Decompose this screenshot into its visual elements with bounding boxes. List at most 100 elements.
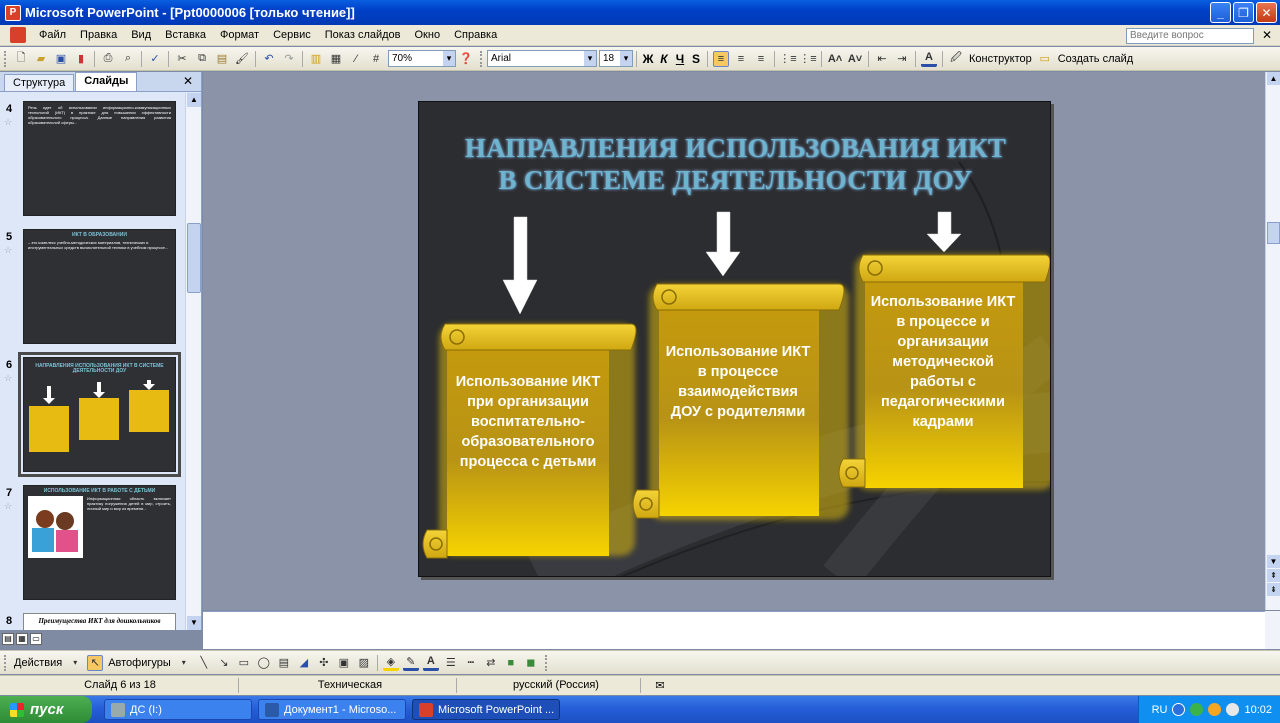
actions-menu[interactable]: Действия xyxy=(14,657,62,669)
slide-title[interactable]: НАПРАВЛЕНИЯ ИСПОЛЬЗОВАНИЯ ИКТ В СИСТЕМЕ … xyxy=(419,132,1050,196)
insert-table-icon[interactable]: ▦ xyxy=(328,51,344,67)
menu-view[interactable]: Вид xyxy=(124,29,158,41)
toolbar-grip[interactable] xyxy=(4,654,8,671)
copy-icon[interactable]: ⧉ xyxy=(194,51,210,67)
paste-icon[interactable]: ▤ xyxy=(214,51,230,67)
rectangle-icon[interactable]: ▭ xyxy=(236,655,252,671)
permission-icon[interactable]: ▮ xyxy=(73,51,89,67)
align-right-icon[interactable]: ≡ xyxy=(753,51,769,67)
task-powerpoint[interactable]: Microsoft PowerPoint ... xyxy=(412,699,560,720)
font-combo[interactable]: Arial xyxy=(487,50,597,67)
next-slide-icon[interactable]: ⇟ xyxy=(1267,583,1280,596)
bold-button[interactable]: Ж xyxy=(640,52,656,66)
menu-edit[interactable]: Правка xyxy=(73,29,124,41)
slide-sorter-icon[interactable]: ▦ xyxy=(16,633,28,645)
designer-icon[interactable]: 🖉 xyxy=(948,51,964,67)
redo-icon[interactable]: ↷ xyxy=(281,51,297,67)
diagram-icon[interactable]: ✣ xyxy=(316,655,332,671)
bluetooth-icon[interactable] xyxy=(1172,703,1186,716)
spelling-status-icon[interactable]: ✉ xyxy=(650,679,670,692)
scroll-up-icon[interactable]: ▲ xyxy=(187,93,201,107)
menu-insert[interactable]: Вставка xyxy=(158,29,213,41)
toolbar-grip[interactable] xyxy=(544,654,549,671)
line-style-icon[interactable]: ☰ xyxy=(443,655,459,671)
slide-thumbnail-5[interactable]: ИКТ В ОБРАЗОВАНИИ – это комплекс учебно-… xyxy=(23,229,176,344)
fill-color-icon[interactable]: ◈ xyxy=(382,655,399,671)
spelling-icon[interactable]: ✓ xyxy=(147,51,163,67)
cut-icon[interactable]: ✂ xyxy=(174,51,190,67)
tab-outline[interactable]: Структура xyxy=(4,74,75,91)
bullets-icon[interactable]: ⋮≡ xyxy=(799,51,816,67)
scroll-up-icon[interactable]: ▲ xyxy=(1267,72,1280,85)
increase-font-icon[interactable]: A˄ xyxy=(827,51,843,67)
slideshow-view-icon[interactable]: ▭ xyxy=(30,633,42,645)
scroll-thumb[interactable] xyxy=(1267,222,1280,244)
toolbar-grip[interactable] xyxy=(4,50,8,67)
grid-icon[interactable]: # xyxy=(368,51,384,67)
textbox-icon[interactable]: ▤ xyxy=(276,655,292,671)
new-slide-button[interactable]: Создать слайд xyxy=(1058,53,1133,65)
close-panel-icon[interactable]: ✕ xyxy=(183,74,193,88)
question-input[interactable]: Введите вопрос xyxy=(1126,28,1254,44)
menu-format[interactable]: Формат xyxy=(213,29,266,41)
font-color-icon[interactable]: A xyxy=(921,51,937,67)
open-icon[interactable]: ▰ xyxy=(33,51,49,67)
font-color-icon[interactable]: A xyxy=(422,655,439,671)
font-size-combo[interactable]: 18 xyxy=(599,50,633,67)
close-button[interactable]: ✕ xyxy=(1256,2,1277,23)
volume-icon[interactable] xyxy=(1226,703,1240,716)
document-icon[interactable] xyxy=(10,27,26,43)
designer-button[interactable]: Конструктор xyxy=(969,53,1032,65)
scroll-text-3[interactable]: Использование ИКТ в процессе и организац… xyxy=(869,292,1017,432)
current-slide[interactable]: НАПРАВЛЕНИЯ ИСПОЛЬЗОВАНИЯ ИКТ В СИСТЕМЕ … xyxy=(418,101,1051,577)
format-painter-icon[interactable]: 🖌 xyxy=(234,51,250,67)
zoom-combo[interactable]: 70% xyxy=(388,50,456,67)
3d-style-icon[interactable]: ◼ xyxy=(523,655,539,671)
underline-button[interactable]: Ч xyxy=(672,52,688,66)
expand-all-icon[interactable]: ⁄ xyxy=(348,51,364,67)
task-word[interactable]: Документ1 - Microso... xyxy=(258,699,406,720)
insert-chart-icon[interactable]: ▥ xyxy=(308,51,324,67)
menu-help[interactable]: Справка xyxy=(447,29,504,41)
align-left-icon[interactable]: ≡ xyxy=(713,50,729,67)
print-icon[interactable]: ⎙ xyxy=(100,51,116,67)
antivirus-icon[interactable] xyxy=(1208,703,1222,716)
notes-scrollbar[interactable] xyxy=(1265,611,1280,649)
thumbnails-scrollbar[interactable]: ▲ ▼ xyxy=(185,93,201,630)
language-indicator[interactable]: RU xyxy=(1152,704,1168,716)
arrow-style-icon[interactable]: ⇄ xyxy=(483,655,499,671)
close-document-icon[interactable]: ✕ xyxy=(1262,28,1272,42)
numbering-icon[interactable]: ⋮≡ xyxy=(779,51,796,67)
menu-tools[interactable]: Сервис xyxy=(266,29,318,41)
clipart-icon[interactable]: ▣ xyxy=(336,655,352,671)
italic-button[interactable]: К xyxy=(656,52,672,66)
slide-scrollbar[interactable]: ▲ ▼ ⇞ ⇟ xyxy=(1265,72,1280,610)
menu-slideshow[interactable]: Показ слайдов xyxy=(318,29,408,41)
print-preview-icon[interactable]: ⌕ xyxy=(120,51,136,67)
slide-thumbnail-7[interactable]: ИСПОЛЬЗОВАНИЕ ИКТ В РАБОТЕ С ДЕТЬМИ Инфо… xyxy=(23,485,176,600)
normal-view-icon[interactable]: ▤ xyxy=(2,633,14,645)
previous-slide-icon[interactable]: ⇞ xyxy=(1267,569,1280,582)
scroll-text-1[interactable]: Использование ИКТ при организации воспит… xyxy=(453,372,603,472)
shadow-style-icon[interactable]: ■ xyxy=(503,655,519,671)
arrow-icon[interactable]: ↘ xyxy=(216,655,232,671)
undo-icon[interactable]: ↶ xyxy=(261,51,277,67)
network-icon[interactable] xyxy=(1190,703,1204,716)
minimize-button[interactable]: _ xyxy=(1210,2,1231,23)
new-icon[interactable]: 🗋 xyxy=(13,51,29,67)
scroll-down-icon[interactable]: ▼ xyxy=(1267,555,1280,568)
menu-file[interactable]: Файл xyxy=(32,29,73,41)
new-slide-icon[interactable]: ▭ xyxy=(1037,51,1053,67)
start-button[interactable]: пуск xyxy=(0,696,92,723)
restore-button[interactable]: ❐ xyxy=(1233,2,1254,23)
increase-indent-icon[interactable]: ⇥ xyxy=(894,51,910,67)
dropdown-icon[interactable]: ▾ xyxy=(176,655,192,671)
oval-icon[interactable]: ◯ xyxy=(256,655,272,671)
dropdown-icon[interactable]: ▾ xyxy=(67,655,83,671)
menu-window[interactable]: Окно xyxy=(408,29,448,41)
slide-thumbnail-6[interactable]: НАПРАВЛЕНИЯ ИСПОЛЬЗОВАНИЯ ИКТ В СИСТЕМЕ … xyxy=(18,352,181,477)
decrease-font-icon[interactable]: A˅ xyxy=(847,51,863,67)
toolbar-grip[interactable] xyxy=(480,50,484,67)
select-objects-icon[interactable]: ↖ xyxy=(87,654,104,671)
align-center-icon[interactable]: ≡ xyxy=(733,51,749,67)
